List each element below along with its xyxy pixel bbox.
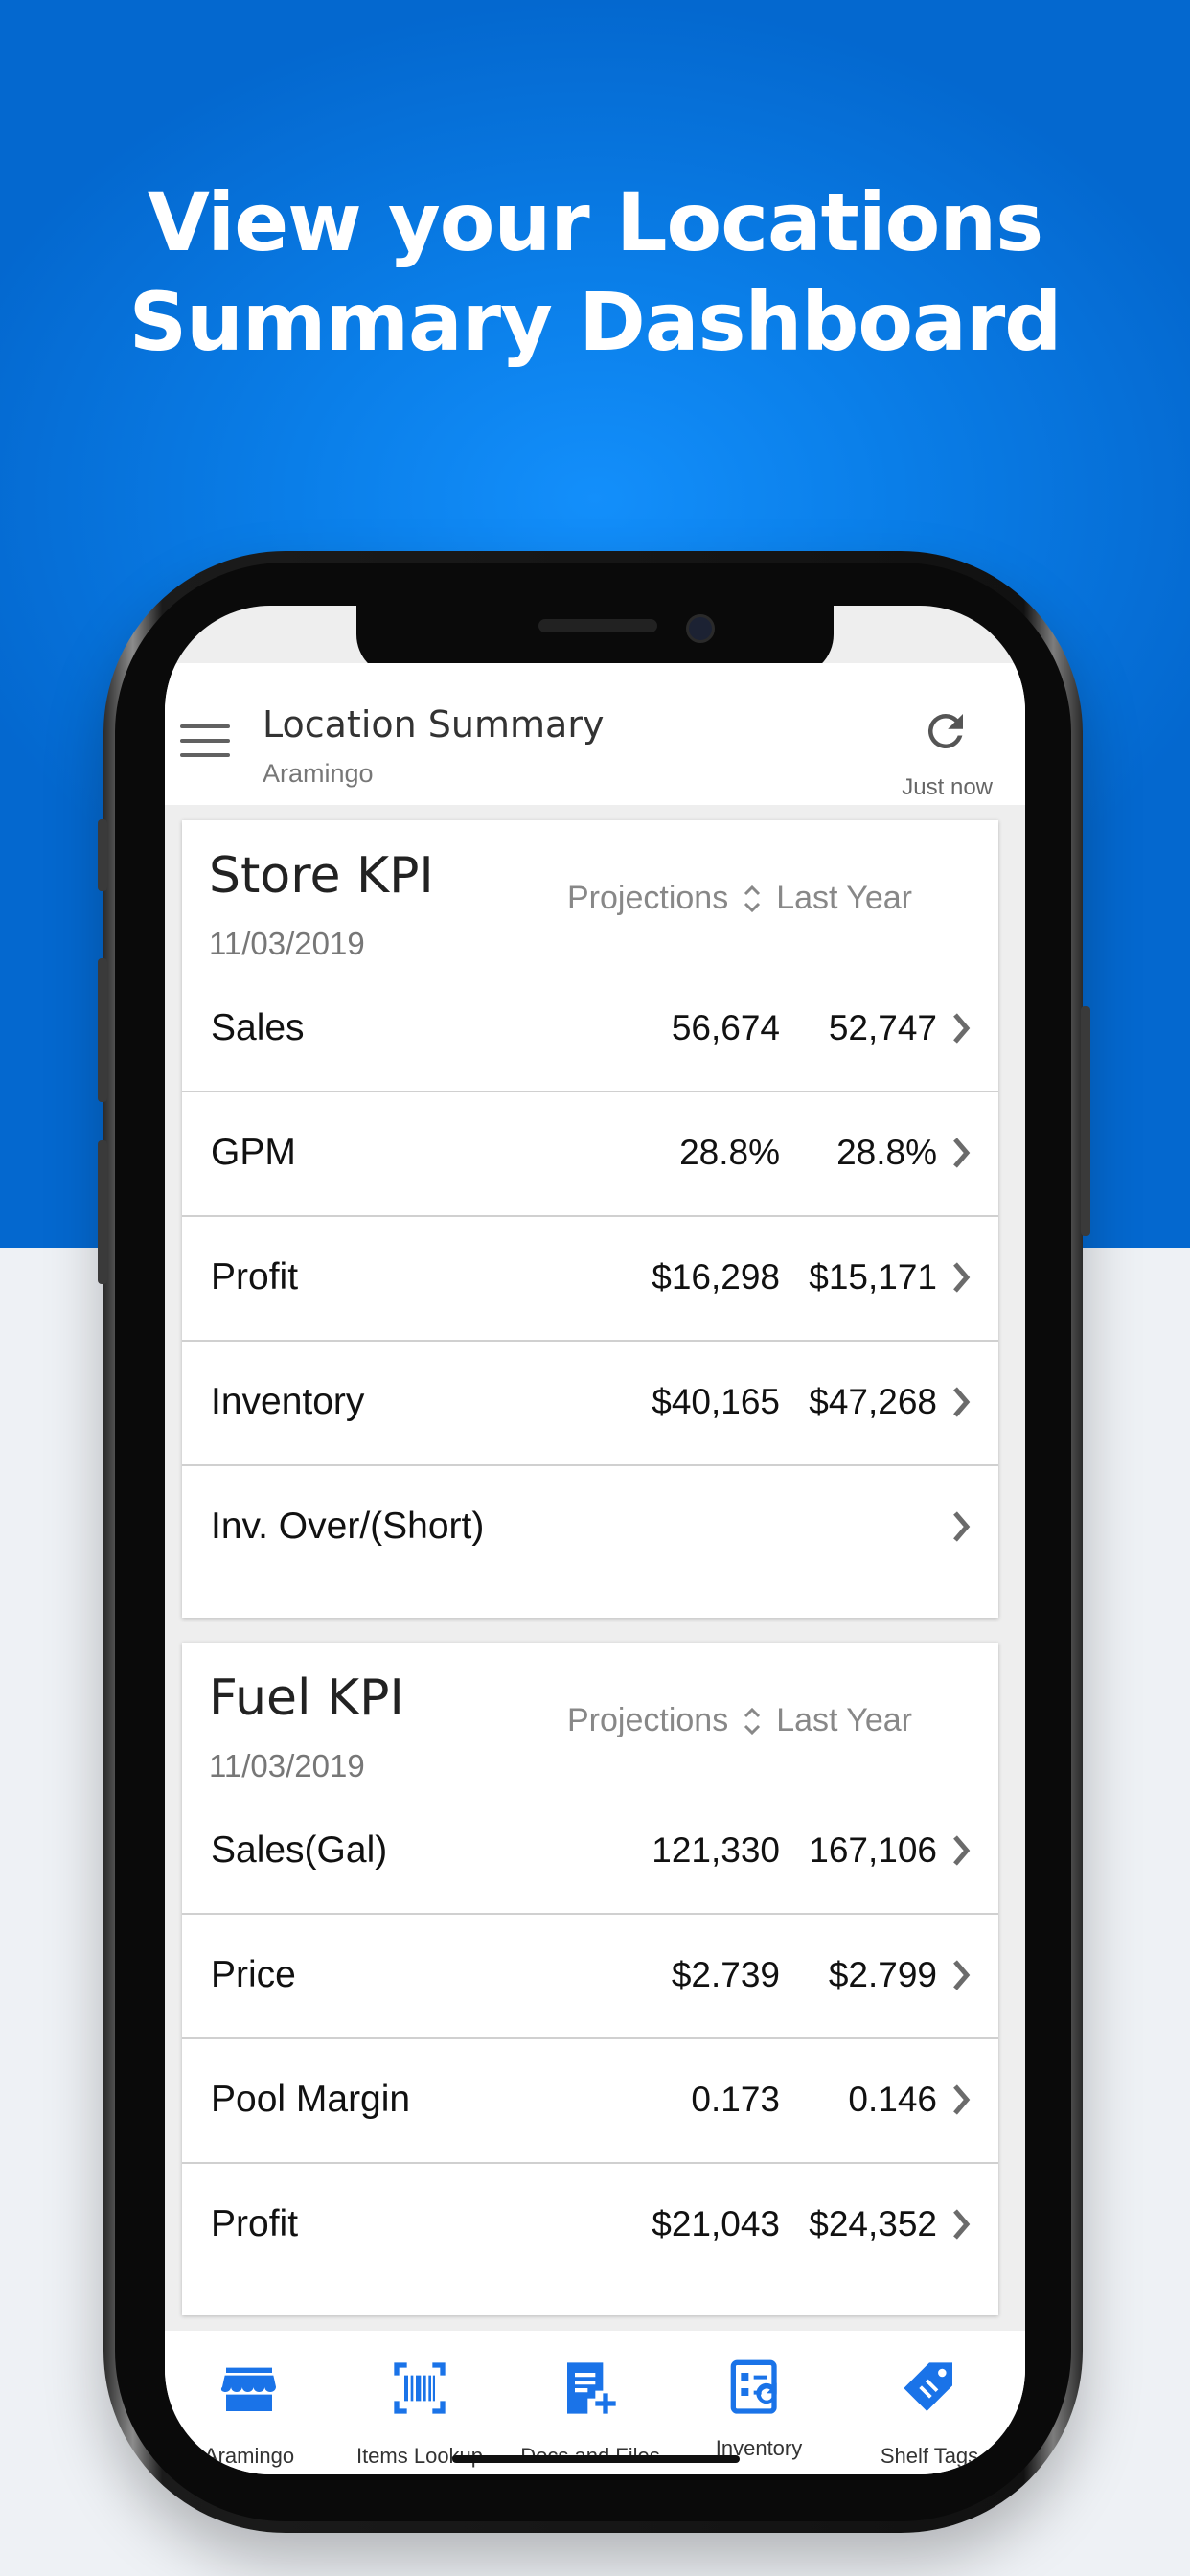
kpi-row-gpm[interactable]: GPM 28.8% 28.8%: [182, 1091, 998, 1217]
projection-value: $21,043: [652, 2204, 780, 2243]
projection-value: 121,330: [652, 1830, 780, 1870]
last-year-value: 167,106: [809, 1830, 937, 1870]
row-label: Price: [211, 1954, 296, 1995]
last-year-value: $47,268: [809, 1382, 937, 1421]
chevron-right-icon: [953, 2084, 971, 2115]
column-headers: Projections Last Year: [567, 1702, 912, 1739]
tab-label: Aramingo: [203, 2444, 295, 2468]
chevron-right-icon: [953, 1835, 971, 1866]
refresh-icon[interactable]: [920, 705, 972, 757]
row-label: Inv. Over/(Short): [211, 1506, 485, 1547]
tag-icon: [904, 2362, 952, 2411]
kpi-row-sales-gal[interactable]: Sales(Gal) 121,330 167,106: [182, 1788, 998, 1915]
card-title: Fuel KPI: [209, 1669, 404, 1727]
row-label: Profit: [211, 2203, 299, 2244]
store-icon: [220, 2367, 276, 2411]
card-date: 11/03/2019: [209, 1748, 365, 1783]
chevron-right-icon: [953, 1387, 971, 1417]
column-headers: Projections Last Year: [567, 880, 912, 917]
home-indicator: [452, 2455, 740, 2463]
kpi-row-fuel-profit[interactable]: Profit $21,043 $24,352: [182, 2162, 998, 2287]
mute-switch: [98, 819, 107, 891]
phone-screen: Location Summary Aramingo Just now Store…: [165, 606, 1025, 2474]
volume-up-button: [98, 958, 107, 1102]
kpi-row-pool-margin[interactable]: Pool Margin 0.173 0.146: [182, 2037, 998, 2164]
kpi-row-price[interactable]: Price $2.739 $2.799: [182, 1913, 998, 2039]
projections-header: Projections: [567, 1702, 729, 1738]
projection-value: $40,165: [652, 1382, 780, 1421]
chevron-right-icon: [953, 1960, 971, 1990]
speaker-grille: [538, 619, 657, 632]
last-year-header: Last Year: [776, 1702, 912, 1738]
headline-line-1: View your Locations: [147, 175, 1043, 269]
power-button: [1081, 1006, 1090, 1236]
row-label: Sales(Gal): [211, 1829, 388, 1871]
card-date: 11/03/2019: [209, 926, 365, 961]
add-document-icon: [567, 2362, 616, 2414]
swap-sort-icon[interactable]: [742, 882, 763, 916]
chevron-right-icon: [953, 1013, 971, 1044]
volume-down-button: [98, 1140, 107, 1284]
tab-items-lookup[interactable]: Items Lookup: [333, 2331, 506, 2474]
projections-header: Projections: [567, 880, 729, 916]
headline-line-2: Summary Dashboard: [128, 275, 1063, 369]
last-refresh-label: Just now: [902, 774, 993, 800]
last-year-value: $15,171: [809, 1257, 937, 1297]
store-kpi-card: Store KPI 11/03/2019 Projections Last Ye…: [182, 820, 998, 1618]
fuel-kpi-card: Fuel KPI 11/03/2019 Projections Last Yea…: [182, 1643, 998, 2315]
page-title: Location Summary: [263, 703, 605, 746]
bottom-tab-bar: Aramingo Items Lookup Docs and Files: [165, 2331, 1025, 2474]
row-label: GPM: [211, 1132, 296, 1173]
tab-shelf-tags[interactable]: Shelf Tags: [843, 2331, 1016, 2474]
kpi-row-inv-over-short[interactable]: Inv. Over/(Short): [182, 1464, 998, 1589]
projection-value: 28.8%: [679, 1133, 780, 1172]
kpi-row-profit[interactable]: Profit $16,298 $15,171: [182, 1215, 998, 1342]
chevron-right-icon: [953, 1262, 971, 1293]
headline: View your Locations Summary Dashboard: [0, 172, 1190, 372]
tab-aramingo[interactable]: Aramingo: [165, 2331, 335, 2474]
card-title: Store KPI: [209, 847, 434, 905]
last-year-value: 52,747: [828, 1008, 937, 1047]
row-label: Inventory: [211, 1381, 365, 1422]
last-year-value: $2.799: [828, 1955, 937, 1994]
inventory-icon: [730, 2359, 777, 2414]
projection-value: 0.173: [691, 2080, 780, 2119]
chevron-right-icon: [953, 1138, 971, 1168]
last-year-header: Last Year: [776, 880, 912, 916]
projection-value: $2.739: [671, 1955, 780, 1994]
tab-inventory[interactable]: Inventory: [673, 2331, 845, 2474]
last-year-value: 0.146: [848, 2080, 937, 2119]
front-camera: [686, 614, 715, 643]
hamburger-menu-icon[interactable]: [180, 724, 230, 763]
kpi-row-sales[interactable]: Sales 56,674 52,747: [182, 966, 998, 1092]
tab-docs-and-files[interactable]: Docs and Files: [504, 2331, 676, 2474]
row-label: Pool Margin: [211, 2079, 411, 2120]
barcode-icon: [394, 2362, 446, 2414]
projection-value: $16,298: [652, 1257, 780, 1297]
last-year-value: $24,352: [809, 2204, 937, 2243]
swap-sort-icon[interactable]: [742, 1704, 763, 1738]
chevron-right-icon: [953, 1511, 971, 1542]
chevron-right-icon: [953, 2209, 971, 2240]
row-label: Sales: [211, 1007, 305, 1048]
location-name: Aramingo: [263, 759, 374, 788]
projection-value: 56,674: [671, 1008, 780, 1047]
tab-label: Shelf Tags: [880, 2444, 979, 2468]
app-bar: Location Summary Aramingo Just now: [165, 663, 1025, 805]
last-year-value: 28.8%: [836, 1133, 937, 1172]
kpi-row-inventory[interactable]: Inventory $40,165 $47,268: [182, 1340, 998, 1466]
row-label: Profit: [211, 1256, 299, 1298]
